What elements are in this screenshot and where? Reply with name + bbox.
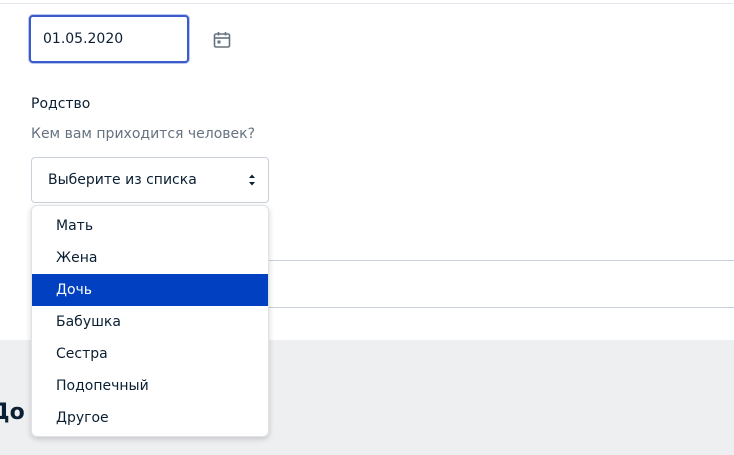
option-grandmother[interactable]: Бабушка (32, 306, 268, 338)
relation-select-value: Выберите из списка (48, 172, 197, 188)
relation-label: Родство (31, 96, 91, 112)
relation-select[interactable]: Выберите из списка (31, 157, 269, 203)
option-ward[interactable]: Подопечный (32, 370, 268, 402)
top-divider (0, 3, 734, 4)
field-divider (268, 260, 734, 261)
option-other[interactable]: Другое (32, 402, 268, 434)
date-input[interactable]: 01.05.2020 (29, 15, 189, 63)
section-heading: До (0, 400, 25, 425)
calendar-icon[interactable] (213, 31, 231, 49)
field-divider (268, 307, 734, 308)
option-daughter[interactable]: Дочь (32, 274, 268, 306)
date-input-value: 01.05.2020 (43, 31, 124, 47)
option-sister[interactable]: Сестра (32, 338, 268, 370)
option-wife[interactable]: Жена (32, 242, 268, 274)
relation-dropdown: Мать Жена Дочь Бабушка Сестра Подопечный… (31, 205, 269, 437)
chevron-updown-icon (249, 174, 255, 186)
relation-hint: Кем вам приходится человек? (31, 126, 256, 142)
option-mother[interactable]: Мать (32, 210, 268, 242)
